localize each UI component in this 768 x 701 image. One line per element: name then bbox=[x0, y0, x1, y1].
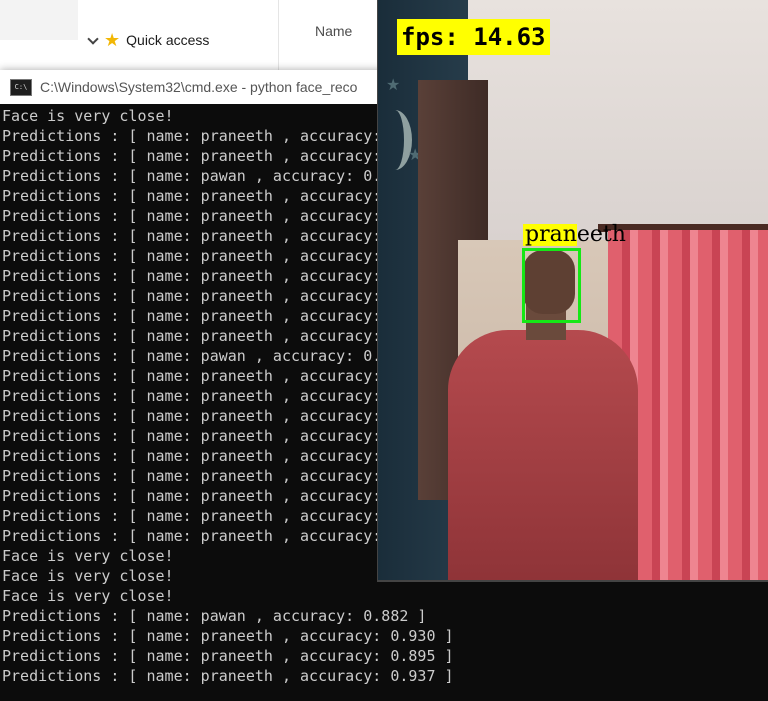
quick-access-label: Quick access bbox=[126, 32, 210, 48]
cmd-icon: C:\ bbox=[10, 78, 32, 96]
chevron-down-icon[interactable] bbox=[88, 35, 98, 45]
console-line: Face is very close! bbox=[2, 587, 174, 605]
nav-item-quick-access[interactable]: ★ Quick access bbox=[88, 31, 209, 49]
column-header-name[interactable]: Name bbox=[315, 23, 352, 39]
console-line: Predictions : [ name: pawan , accuracy: … bbox=[2, 607, 427, 625]
explorer-left-gutter bbox=[0, 0, 79, 40]
star-decal: ★ bbox=[386, 77, 401, 94]
person-body bbox=[448, 330, 638, 580]
cmd-title-text: C:\Windows\System32\cmd.exe - python fac… bbox=[40, 79, 358, 95]
console-line: Predictions : [ name: praneeth , accurac… bbox=[2, 667, 454, 685]
moon-decal bbox=[378, 110, 412, 170]
console-line: Predictions : [ name: praneeth , accurac… bbox=[2, 647, 454, 665]
camera-preview-window[interactable]: ★ ★ ★ fps: 14.63 praneeth bbox=[377, 0, 768, 582]
fps-counter: fps: 14.63 bbox=[397, 19, 550, 55]
console-line: Predictions : [ name: praneeth , accurac… bbox=[2, 627, 454, 645]
star-icon: ★ bbox=[104, 30, 121, 50]
face-name-label: praneeth bbox=[523, 222, 626, 247]
face-bounding-box bbox=[522, 248, 581, 323]
